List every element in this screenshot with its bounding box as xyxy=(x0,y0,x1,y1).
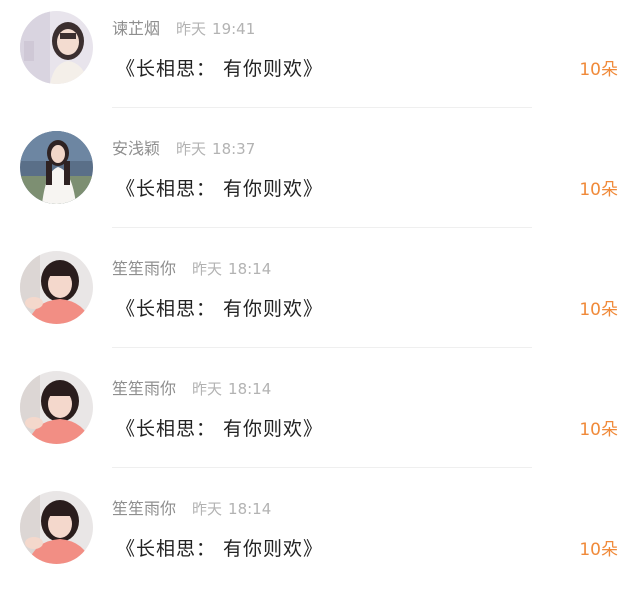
comment-time: 18:14 xyxy=(228,260,272,278)
user-avatar[interactable] xyxy=(20,491,93,564)
comment-item: 笙笙雨你 昨天 18:14 《长相思： 有你则欢》 10朵 xyxy=(0,480,640,600)
comment-meta: 笙笙雨你 昨天 18:14 xyxy=(112,257,271,281)
comment-message: 《长相思： 有你则欢》 xyxy=(116,418,324,440)
comment-item: 谏芷烟 昨天 19:41 《长相思： 有你则欢》 10朵 xyxy=(0,0,640,120)
comment-meta: 安浅颖 昨天 18:37 xyxy=(112,137,255,161)
user-avatar[interactable] xyxy=(20,11,93,84)
username[interactable]: 笙笙雨你 xyxy=(112,499,176,518)
comment-message: 《长相思： 有你则欢》 xyxy=(116,298,324,320)
comment-time: 18:14 xyxy=(228,380,272,398)
comment-list: 谏芷烟 昨天 19:41 《长相思： 有你则欢》 10朵 安浅颖 昨天 18:37 《长… xyxy=(0,0,640,593)
gift-count: 10朵 xyxy=(579,180,618,200)
comment-date: 昨天 xyxy=(192,500,223,518)
username[interactable]: 笙笙雨你 xyxy=(112,379,176,398)
comment-meta: 笙笙雨你 昨天 18:14 xyxy=(112,497,271,521)
comment-time: 19:41 xyxy=(212,20,256,38)
comment-time: 18:14 xyxy=(228,500,272,518)
divider xyxy=(112,347,532,348)
girl-pink-top-avatar-icon xyxy=(20,491,93,564)
comment-message: 《长相思： 有你则欢》 xyxy=(116,178,324,200)
girl-pink-top-avatar-icon xyxy=(20,371,93,444)
divider xyxy=(112,227,532,228)
comment-message: 《长相思： 有你则欢》 xyxy=(116,538,324,560)
user-avatar[interactable] xyxy=(20,251,93,324)
comment-item: 安浅颖 昨天 18:37 《长相思： 有你则欢》 10朵 xyxy=(0,120,640,240)
gift-count: 10朵 xyxy=(579,60,618,80)
comment-item: 笙笙雨你 昨天 18:14 《长相思： 有你则欢》 10朵 xyxy=(0,360,640,480)
girl-light-photo-avatar-icon xyxy=(20,11,93,84)
comment-item: 笙笙雨你 昨天 18:14 《长相思： 有你则欢》 10朵 xyxy=(0,240,640,360)
comment-meta: 笙笙雨你 昨天 18:14 xyxy=(112,377,271,401)
comment-date: 昨天 xyxy=(192,380,223,398)
comment-date: 昨天 xyxy=(176,20,207,38)
username[interactable]: 谏芷烟 xyxy=(112,19,160,38)
girl-white-dress-avatar-icon xyxy=(20,131,93,204)
username[interactable]: 笙笙雨你 xyxy=(112,259,176,278)
user-avatar[interactable] xyxy=(20,131,93,204)
user-avatar[interactable] xyxy=(20,371,93,444)
comment-time: 18:37 xyxy=(212,140,256,158)
username[interactable]: 安浅颖 xyxy=(112,139,160,158)
divider xyxy=(112,467,532,468)
gift-count: 10朵 xyxy=(579,540,618,560)
gift-count: 10朵 xyxy=(579,300,618,320)
divider xyxy=(112,107,532,108)
comment-message: 《长相思： 有你则欢》 xyxy=(116,58,324,80)
comment-date: 昨天 xyxy=(176,140,207,158)
comment-date: 昨天 xyxy=(192,260,223,278)
girl-pink-top-avatar-icon xyxy=(20,251,93,324)
gift-count: 10朵 xyxy=(579,420,618,440)
comment-meta: 谏芷烟 昨天 19:41 xyxy=(112,17,255,41)
